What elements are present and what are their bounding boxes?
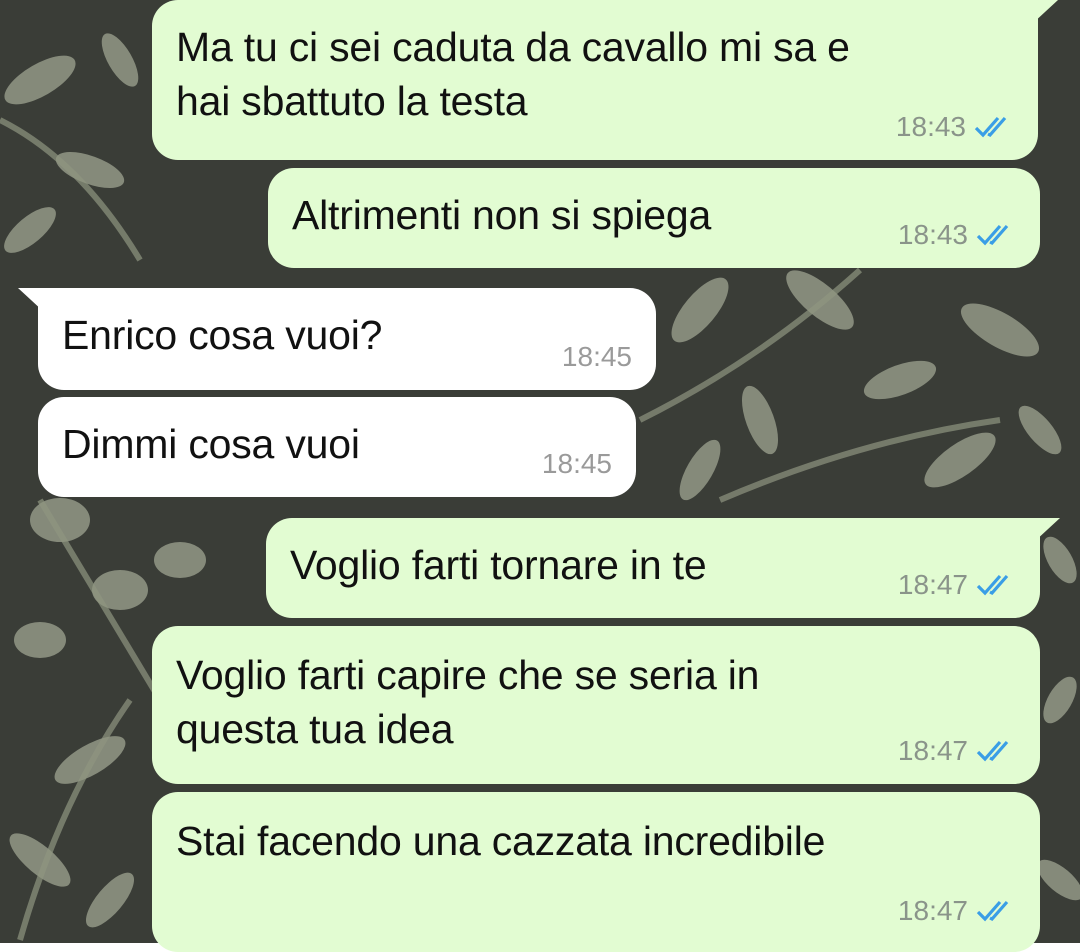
message-time: 18:47 — [897, 569, 968, 600]
message-meta: 18:43 — [896, 112, 1016, 142]
double-check-read-icon — [974, 116, 1007, 138]
message-text: Enrico cosa vuoi? — [62, 312, 383, 358]
message-text: Dimmi cosa vuoi — [62, 421, 360, 467]
message-bubble-incoming[interactable]: Dimmi cosa vuoi 18:45 — [38, 397, 636, 497]
message-time: 18:47 — [897, 895, 968, 926]
message-time: 18:45 — [561, 341, 632, 372]
message-meta: 18:47 — [898, 736, 1018, 766]
message-time: 18:45 — [541, 448, 612, 479]
message-bubble-outgoing[interactable]: Voglio farti capire che se seria in ques… — [152, 626, 1040, 784]
message-meta: 18:43 — [898, 220, 1018, 250]
message-bubble-incoming[interactable]: Enrico cosa vuoi? 18:45 — [18, 288, 656, 390]
bubble-tail — [1034, 518, 1060, 542]
message-meta: 18:47 — [898, 896, 1018, 926]
double-check-read-icon — [976, 574, 1009, 596]
double-check-read-icon — [976, 900, 1009, 922]
message-bubble-outgoing[interactable]: Voglio farti tornare in te 18:47 — [266, 518, 1060, 618]
bubble-tail — [1032, 0, 1058, 24]
message-text: Ma tu ci sei caduta da cavallo mi sa e h… — [176, 24, 850, 124]
message-meta: 18:45 — [542, 449, 612, 479]
message-text: Stai facendo una cazzata incredibile — [176, 818, 826, 864]
message-bubble-outgoing[interactable]: Ma tu ci sei caduta da cavallo mi sa e h… — [152, 0, 1058, 160]
message-time: 18:47 — [897, 735, 968, 766]
message-bubble-outgoing[interactable]: Stai facendo una cazzata incredibile 18:… — [152, 792, 1040, 952]
message-meta: 18:45 — [562, 342, 632, 372]
message-text: Voglio farti tornare in te — [290, 542, 707, 588]
message-time: 18:43 — [897, 219, 968, 250]
double-check-read-icon — [976, 740, 1009, 762]
message-text: Voglio farti capire che se seria in ques… — [176, 652, 760, 752]
bubble-tail — [18, 288, 44, 312]
message-text: Altrimenti non si spiega — [292, 192, 712, 238]
double-check-read-icon — [976, 224, 1009, 246]
message-time: 18:43 — [895, 111, 966, 142]
message-meta: 18:47 — [898, 570, 1018, 600]
message-bubble-outgoing[interactable]: Altrimenti non si spiega 18:43 — [268, 168, 1040, 268]
